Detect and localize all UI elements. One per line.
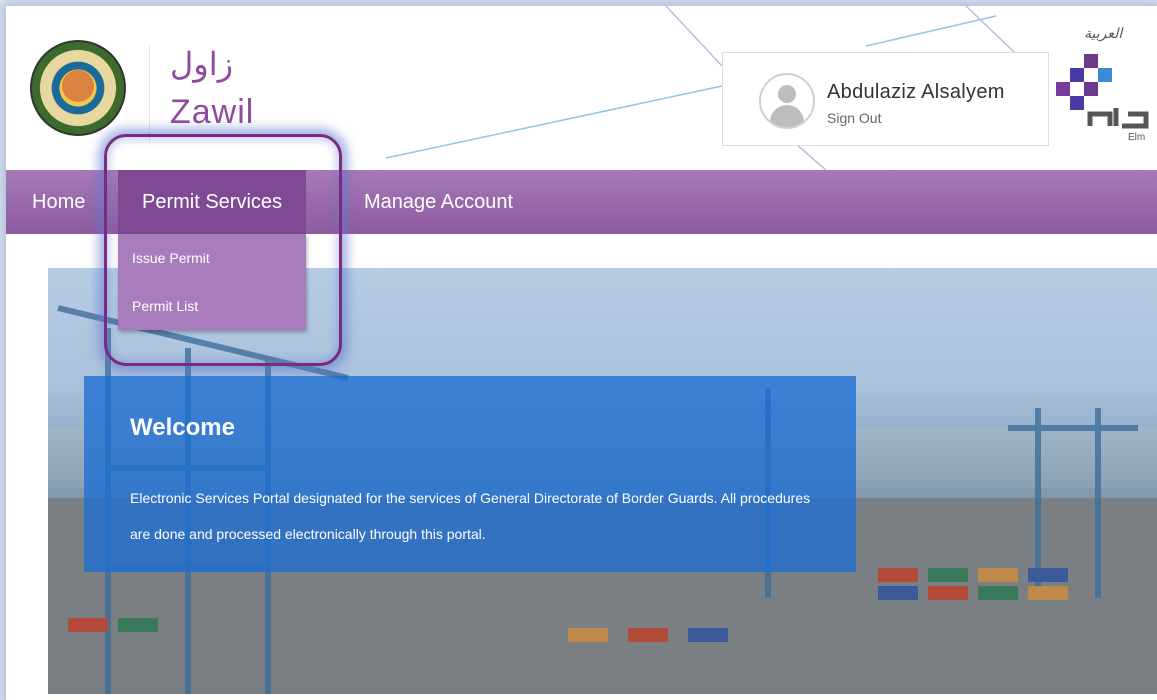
border-guards-emblem-logo [30,40,126,136]
elm-logo [1056,54,1149,129]
welcome-panel: Welcome Electronic Services Portal desig… [84,376,856,572]
page-header: زاول Zawil Abdulaziz Alsalyem Sign Out ا… [6,6,1157,170]
user-name: Abdulaziz Alsalyem [827,81,1005,103]
dropdown-item-issue-permit[interactable]: Issue Permit [118,234,306,282]
nav-permit-services[interactable]: Permit Services [118,170,306,234]
brand-name-english: Zawil [170,93,255,131]
language-switch-link[interactable]: العربية [1084,26,1122,42]
user-card: Abdulaziz Alsalyem Sign Out [722,52,1049,146]
welcome-description: Electronic Services Portal designated fo… [130,490,811,542]
user-avatar-icon [759,73,815,129]
browser-frame: زاول Zawil Abdulaziz Alsalyem Sign Out ا… [6,6,1157,700]
brand-name-arabic: زاول [170,46,234,82]
sign-out-link[interactable]: Sign Out [827,110,881,126]
nav-manage-account[interactable]: Manage Account [364,170,513,234]
nav-home[interactable]: Home [32,170,85,234]
permit-services-dropdown: Issue Permit Permit List [118,234,306,330]
hero-banner: Welcome Electronic Services Portal desig… [48,268,1157,694]
header-divider [149,46,150,142]
welcome-title: Welcome [130,414,235,441]
main-navbar: Home Permit Services Manage Account [6,170,1157,234]
elm-logo-label: Elm [1128,132,1146,143]
dropdown-item-permit-list[interactable]: Permit List [118,282,306,330]
